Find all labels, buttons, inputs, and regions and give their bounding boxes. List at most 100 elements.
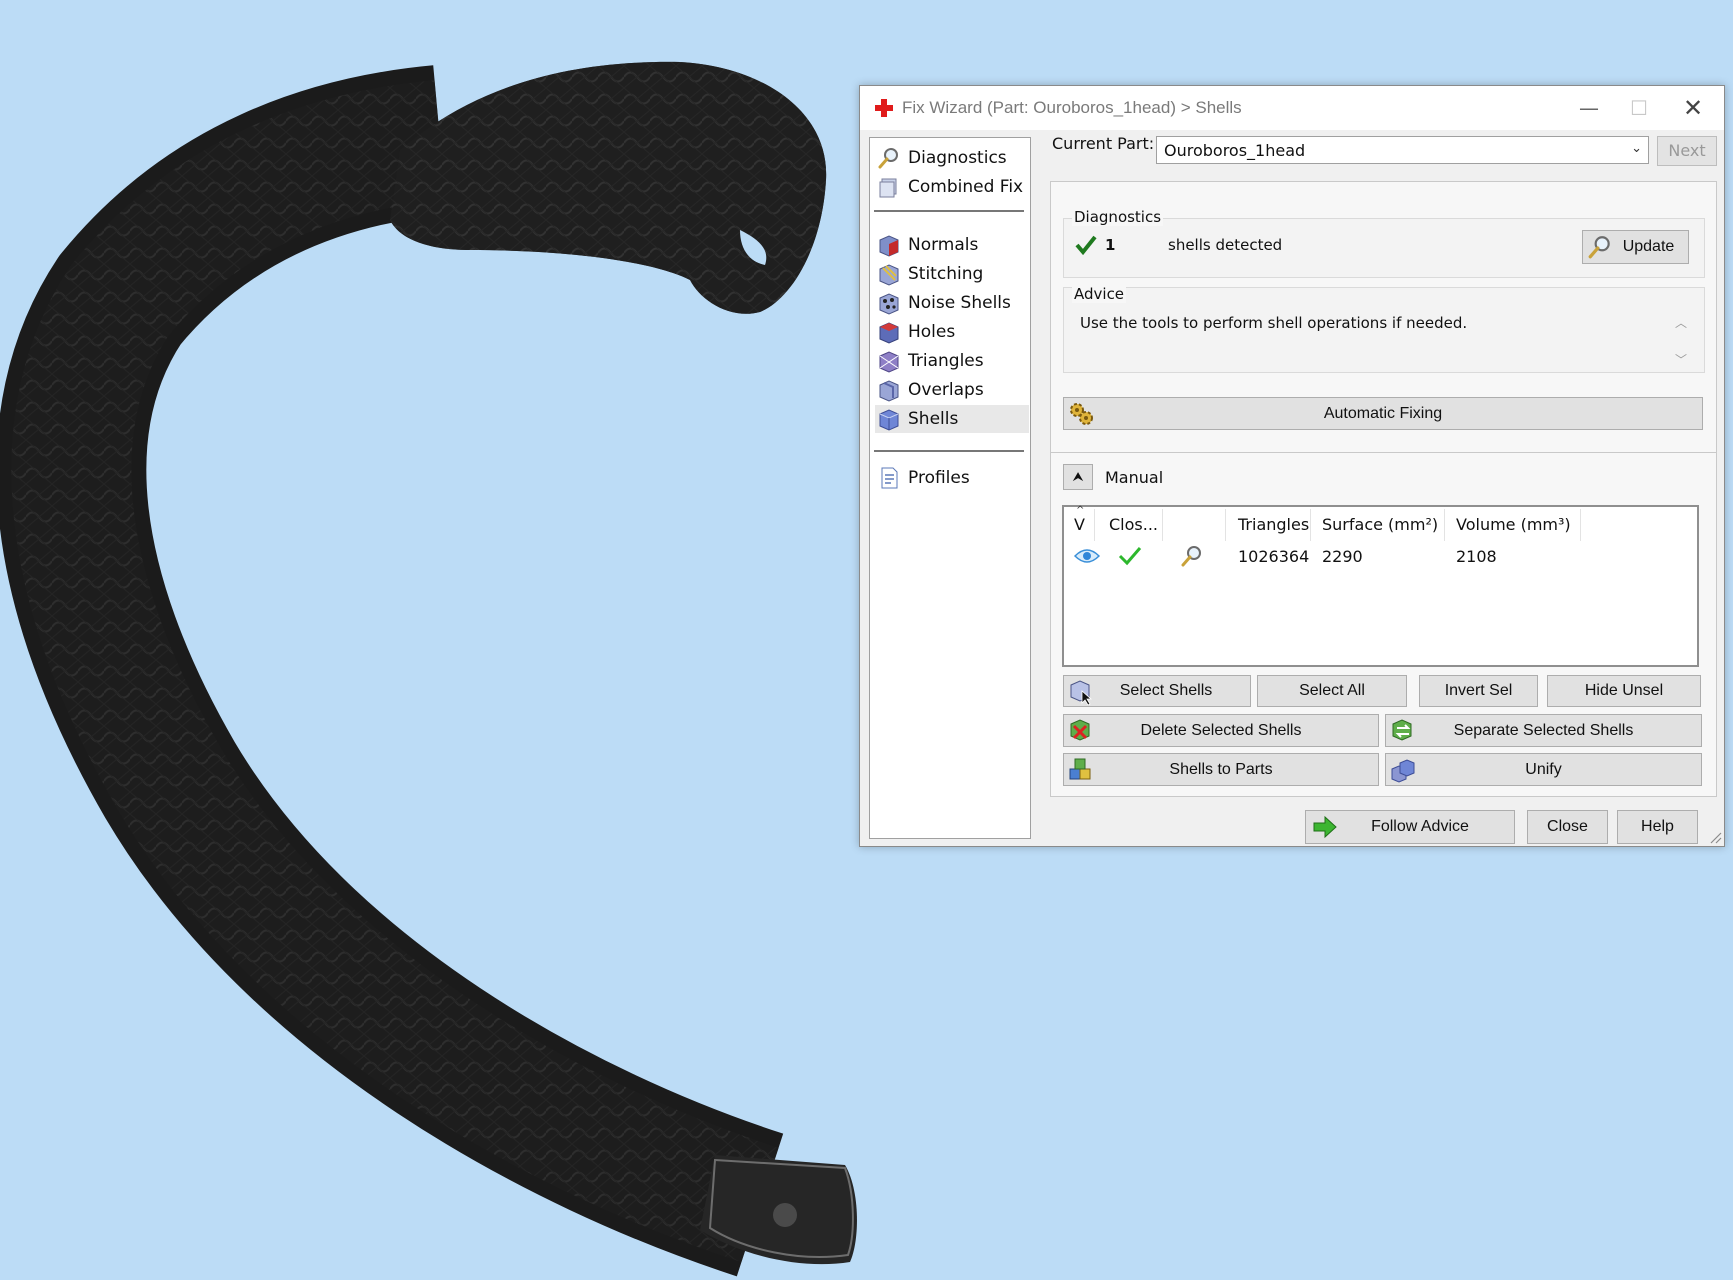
collapse-icon: ⮝: [1072, 469, 1084, 484]
follow-advice-button[interactable]: Follow Advice: [1305, 810, 1515, 844]
hide-unsel-label: Hide Unsel: [1584, 682, 1664, 699]
nav-label: Normals: [908, 235, 979, 255]
update-button[interactable]: Update: [1582, 230, 1689, 264]
nav-item-combined-fix[interactable]: Combined Fix: [875, 173, 1029, 201]
green-arrow-icon: [1313, 815, 1337, 839]
minimize-button[interactable]: —: [1564, 92, 1614, 124]
unify-label: Unify: [1525, 760, 1562, 778]
column-divider: [1310, 509, 1311, 541]
combined-fix-icon: [879, 178, 897, 198]
cell-volume: 2108: [1456, 547, 1497, 566]
nav-item-profiles[interactable]: Profiles: [875, 464, 1029, 492]
check-icon: [1075, 235, 1097, 255]
close-window-button[interactable]: ✕: [1668, 92, 1718, 124]
magnifier-icon: [1588, 236, 1610, 259]
hide-unsel-button[interactable]: Hide Unsel: [1547, 675, 1701, 707]
scroll-down-icon[interactable]: ﹀: [1675, 351, 1687, 368]
help-button[interactable]: Help: [1617, 810, 1698, 844]
nav-label: Noise Shells: [908, 293, 1011, 313]
profiles-document-icon: [881, 467, 898, 489]
manual-label: Manual: [1105, 468, 1164, 487]
shells-table[interactable]: V ^ Clos... Triangles Surface (mm²) Volu…: [1062, 505, 1699, 667]
nav-item-overlaps[interactable]: Overlaps: [875, 376, 1029, 404]
dialog-title: Fix Wizard (Part: Ouroboros_1head) > She…: [902, 98, 1242, 117]
magnifier-icon[interactable]: [1180, 544, 1204, 568]
shells-to-parts-button[interactable]: Shells to Parts: [1063, 753, 1379, 786]
nav-label: Profiles: [908, 468, 970, 488]
column-divider: [1162, 509, 1163, 541]
automatic-fixing-button[interactable]: Automatic Fixing: [1063, 397, 1703, 430]
next-button[interactable]: Next: [1657, 136, 1717, 166]
shells-to-parts-icon: [1069, 758, 1091, 780]
col-header-visible[interactable]: V: [1074, 515, 1085, 534]
table-row[interactable]: 1026364 2290 2108: [1064, 541, 1697, 571]
noise-shells-cube-icon: [879, 293, 899, 315]
diagnostics-group-label: Diagnostics: [1072, 208, 1164, 226]
nav-item-holes[interactable]: Holes: [875, 318, 1029, 346]
nav-label: Combined Fix: [908, 177, 1024, 197]
holes-cube-icon: [879, 322, 899, 344]
invert-sel-button[interactable]: Invert Sel: [1419, 675, 1538, 707]
col-header-closed[interactable]: Clos...: [1109, 515, 1158, 534]
select-shells-button[interactable]: Select Shells: [1063, 675, 1251, 707]
separate-selected-shells-label: Separate Selected Shells: [1453, 721, 1634, 739]
delete-selected-shells-button[interactable]: Delete Selected Shells: [1063, 714, 1379, 747]
title-bar[interactable]: Fix Wizard (Part: Ouroboros_1head) > She…: [860, 86, 1724, 130]
collapse-manual-button[interactable]: ⮝: [1063, 464, 1093, 490]
normals-cube-icon: [879, 235, 899, 257]
nav-item-diagnostics[interactable]: Diagnostics: [875, 144, 1029, 172]
close-button[interactable]: Close: [1527, 810, 1608, 844]
magnifier-icon: [878, 148, 898, 169]
nav-item-stitching[interactable]: Stitching: [875, 260, 1029, 288]
delete-shells-icon: [1070, 719, 1090, 741]
advice-text: Use the tools to perform shell operation…: [1080, 314, 1468, 332]
sort-caret-icon: ^: [1076, 505, 1085, 516]
column-divider: [1225, 509, 1226, 541]
nav-item-triangles[interactable]: Triangles: [875, 347, 1029, 375]
nav-item-shells[interactable]: Shells: [875, 405, 1029, 433]
gears-icon: [1070, 403, 1093, 425]
fix-wizard-dialog: Fix Wizard (Part: Ouroboros_1head) > She…: [859, 85, 1725, 847]
stitching-cube-icon: [879, 264, 899, 286]
red-cross-icon: [875, 99, 893, 117]
fix-nav-panel: Diagnostics Combined Fix Normals Stitchi…: [869, 137, 1031, 839]
shells-detected-text: shells detected: [1168, 236, 1283, 254]
maximize-button[interactable]: ☐: [1614, 92, 1664, 124]
nav-label: Shells: [908, 409, 959, 429]
advice-group-label: Advice: [1072, 285, 1127, 303]
invert-sel-label: Invert Sel: [1444, 682, 1513, 699]
follow-advice-label: Follow Advice: [1371, 818, 1469, 835]
shells-cube-icon: [879, 409, 899, 431]
column-divider: [1094, 509, 1095, 541]
cell-surface: 2290: [1322, 547, 1363, 566]
resize-grip-icon[interactable]: [1708, 830, 1722, 844]
col-header-triangles[interactable]: Triangles: [1238, 515, 1309, 534]
cell-triangles: 1026364: [1238, 547, 1310, 566]
nav-item-noise-shells[interactable]: Noise Shells: [875, 289, 1029, 317]
col-header-surface[interactable]: Surface (mm²): [1322, 515, 1438, 534]
column-divider: [1444, 509, 1445, 541]
shell-count: 1: [1105, 236, 1116, 254]
nav-label: Holes: [908, 322, 956, 342]
scroll-up-icon[interactable]: ︿: [1675, 314, 1687, 331]
column-divider: [1580, 509, 1581, 541]
separate-selected-shells-button[interactable]: Separate Selected Shells: [1385, 714, 1702, 747]
nav-item-normals[interactable]: Normals: [875, 231, 1029, 259]
automatic-fixing-label: Automatic Fixing: [1323, 404, 1443, 422]
col-header-volume[interactable]: Volume (mm³): [1456, 515, 1571, 534]
unify-icon: [1391, 759, 1415, 783]
nav-divider: [874, 450, 1024, 452]
nav-label: Triangles: [908, 351, 984, 371]
check-icon: [1118, 547, 1142, 566]
select-shells-label: Select Shells: [1119, 682, 1213, 699]
nav-label: Overlaps: [908, 380, 984, 400]
help-label: Help: [1641, 818, 1674, 835]
unify-button[interactable]: Unify: [1385, 753, 1702, 786]
separate-shells-icon: [1392, 719, 1412, 741]
nav-divider: [874, 210, 1024, 212]
eye-icon[interactable]: [1074, 547, 1100, 565]
current-part-select[interactable]: Ouroboros_1head ⌄: [1156, 136, 1649, 164]
close-label: Close: [1547, 818, 1588, 835]
select-all-button[interactable]: Select All: [1257, 675, 1407, 707]
nav-label: Diagnostics: [908, 148, 1007, 168]
